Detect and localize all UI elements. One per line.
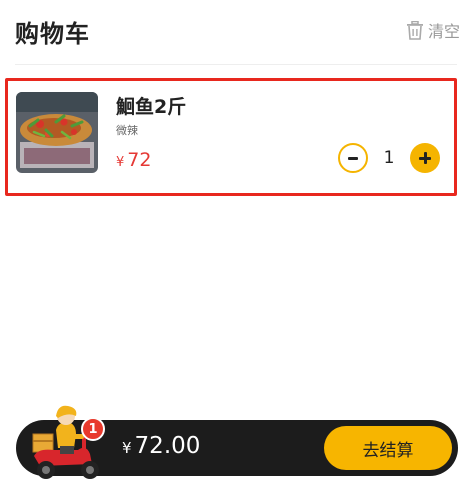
currency-symbol: ¥ bbox=[116, 155, 125, 170]
item-price: ¥72 bbox=[116, 149, 151, 171]
cart-count-badge: 1 bbox=[81, 417, 105, 441]
item-spec: 微辣 bbox=[116, 124, 138, 137]
cart-total: ¥72.00 bbox=[122, 433, 200, 459]
cart-total-value: 72.00 bbox=[134, 433, 201, 459]
increase-quantity-button[interactable] bbox=[410, 143, 440, 173]
page-header: 购物车 清空 bbox=[0, 0, 472, 64]
quantity-value: 1 bbox=[383, 148, 395, 168]
decrease-quantity-button[interactable] bbox=[338, 143, 368, 173]
delivery-rider-icon[interactable] bbox=[28, 404, 108, 482]
cart-item: 鮰鱼2斤 微辣 ¥72 1 bbox=[5, 78, 457, 196]
clear-cart-label: 清空 bbox=[427, 22, 460, 41]
clear-cart-button[interactable]: 清空 bbox=[406, 18, 460, 42]
quantity-stepper: 1 bbox=[338, 143, 440, 173]
dish-photo bbox=[16, 92, 98, 173]
trash-icon bbox=[406, 20, 424, 40]
item-name: 鮰鱼2斤 bbox=[116, 96, 187, 118]
checkout-button[interactable]: 去结算 bbox=[324, 426, 452, 470]
item-price-value: 72 bbox=[127, 149, 152, 171]
page-title: 购物车 bbox=[15, 20, 90, 48]
header-divider bbox=[15, 64, 457, 65]
total-currency-symbol: ¥ bbox=[122, 439, 132, 457]
